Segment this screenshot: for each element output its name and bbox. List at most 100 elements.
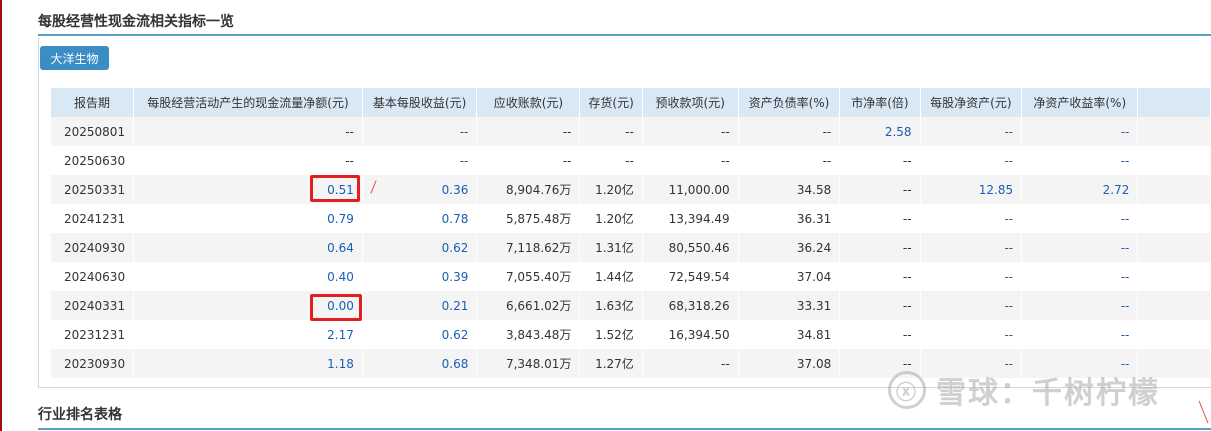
column-header: 预收款项(元) bbox=[642, 88, 739, 117]
table-cell: -- bbox=[133, 117, 363, 146]
table-cell[interactable]: 0.64 bbox=[133, 233, 363, 262]
table-cell: 1.20亿 bbox=[579, 204, 643, 233]
table-cell-spacer bbox=[1137, 175, 1211, 204]
table-cell: -- bbox=[642, 117, 739, 146]
table-cell[interactable]: 2.17 bbox=[133, 320, 363, 349]
table-cell: -- bbox=[839, 291, 921, 320]
table-cell: -- bbox=[738, 117, 841, 146]
table-row: 20240930 0.64 0.62 7,118.62万 1.31亿 80,550.46 3… bbox=[51, 233, 1211, 262]
table-cell-spacer bbox=[1137, 320, 1211, 349]
table-cell: -- bbox=[920, 146, 1023, 175]
table-cell: 1.52亿 bbox=[579, 320, 643, 349]
table-cell: 20250331 bbox=[51, 175, 135, 204]
table-cell: 8,904.76万 bbox=[476, 175, 581, 204]
table-cell[interactable]: 0.40 bbox=[133, 262, 363, 291]
table-cell: -- bbox=[839, 262, 921, 291]
table-cell: -- bbox=[1021, 320, 1139, 349]
table-cell: -- bbox=[362, 117, 478, 146]
table-cell-spacer bbox=[1137, 117, 1211, 146]
table-cell: 37.04 bbox=[738, 262, 841, 291]
xueqiu-logo-icon: ⓧ bbox=[888, 371, 926, 409]
table-cell: 36.24 bbox=[738, 233, 841, 262]
section2-title: 行业排名表格 bbox=[38, 407, 122, 423]
company-tab-button[interactable]: 大洋生物 bbox=[40, 46, 109, 70]
table-cell[interactable]: 0.79 bbox=[133, 204, 363, 233]
table-cell: 20240630 bbox=[51, 262, 135, 291]
table-cell[interactable]: 0.62 bbox=[362, 233, 478, 262]
column-header: 资产负债率(%) bbox=[738, 88, 841, 117]
table-cell[interactable]: 0.36 bbox=[362, 175, 478, 204]
table-cell: 3,843.48万 bbox=[476, 320, 581, 349]
table-cell: -- bbox=[920, 117, 1023, 146]
highlight-box-0.51 bbox=[310, 175, 360, 202]
table-cell: -- bbox=[642, 349, 739, 378]
table-cell: 20240930 bbox=[51, 233, 135, 262]
xueqiu-watermark: ⓧ 雪球：千树柠檬 bbox=[888, 368, 1160, 412]
highlight-box-0.00 bbox=[310, 294, 362, 321]
table-cell: -- bbox=[362, 146, 478, 175]
table-cell: 20240331 bbox=[51, 291, 135, 320]
table-cell[interactable]: 0.78 bbox=[362, 204, 478, 233]
red-pen-mark bbox=[1198, 400, 1209, 424]
table-cell[interactable]: 0.39 bbox=[362, 262, 478, 291]
table-cell: 7,118.62万 bbox=[476, 233, 581, 262]
table-cell-spacer bbox=[1137, 146, 1211, 175]
table-cell: 33.31 bbox=[738, 291, 841, 320]
table-cell: 20231231 bbox=[51, 320, 135, 349]
table-cell: 1.20亿 bbox=[579, 175, 643, 204]
table-cell: -- bbox=[839, 146, 921, 175]
table-cell: -- bbox=[1021, 291, 1139, 320]
table-cell[interactable]: 2.58 bbox=[839, 117, 921, 146]
table-row: 20231231 2.17 0.62 3,843.48万 1.52亿 16,394.50 3… bbox=[51, 320, 1211, 349]
column-header: 净资产收益率(%) bbox=[1021, 88, 1139, 117]
table-cell: -- bbox=[839, 175, 921, 204]
table-cell: 6,661.02万 bbox=[476, 291, 581, 320]
table-cell: -- bbox=[920, 204, 1023, 233]
watermark-text: 雪球：千树柠檬 bbox=[936, 376, 1160, 411]
table-cell: 1.31亿 bbox=[579, 233, 643, 262]
table-cell: 7,055.40万 bbox=[476, 262, 581, 291]
table-cell: -- bbox=[839, 204, 921, 233]
window-edge bbox=[0, 0, 2, 431]
table-cell: -- bbox=[839, 320, 921, 349]
table-cell[interactable]: 1.18 bbox=[133, 349, 363, 378]
table-cell[interactable]: 2.72 bbox=[1021, 175, 1139, 204]
table-cell-spacer bbox=[1137, 204, 1211, 233]
table-cell-spacer bbox=[1137, 233, 1211, 262]
section-title: 每股经营性现金流相关指标一览 bbox=[38, 14, 234, 30]
table-cell-spacer bbox=[1137, 262, 1211, 291]
table-cell: -- bbox=[1021, 204, 1139, 233]
table-cell: -- bbox=[738, 146, 841, 175]
column-header: 报告期 bbox=[51, 88, 135, 117]
table-cell: -- bbox=[839, 233, 921, 262]
table-cell: 13,394.49 bbox=[642, 204, 739, 233]
table-cell: -- bbox=[476, 117, 581, 146]
table-cell: 5,875.48万 bbox=[476, 204, 581, 233]
table-cell[interactable]: 0.21 bbox=[362, 291, 478, 320]
table-cell: 34.58 bbox=[738, 175, 841, 204]
table-cell: -- bbox=[1021, 262, 1139, 291]
table-cell: 16,394.50 bbox=[642, 320, 739, 349]
table-cell: 20241231 bbox=[51, 204, 135, 233]
table-cell: 34.81 bbox=[738, 320, 841, 349]
table-cell: -- bbox=[579, 146, 643, 175]
table-cell: 72,549.54 bbox=[642, 262, 739, 291]
table-cell[interactable]: 0.68 bbox=[362, 349, 478, 378]
table-cell[interactable]: 0.62 bbox=[362, 320, 478, 349]
column-header-spacer bbox=[1137, 88, 1211, 117]
table-cell: 80,550.46 bbox=[642, 233, 739, 262]
table-body: 20250801 -- -- -- -- -- -- 2.58 -- -- 20250630 -- --… bbox=[51, 117, 1211, 378]
table-cell: -- bbox=[133, 146, 363, 175]
table-cell: 20230930 bbox=[51, 349, 135, 378]
table-cell: 36.31 bbox=[738, 204, 841, 233]
column-header: 基本每股收益(元) bbox=[362, 88, 478, 117]
column-header: 每股经营活动产生的现金流量净额(元) bbox=[133, 88, 363, 117]
table-cell: -- bbox=[476, 146, 581, 175]
table-cell: 37.08 bbox=[738, 349, 841, 378]
section2-title-underline bbox=[38, 428, 1211, 430]
table-cell: -- bbox=[920, 291, 1023, 320]
table-cell[interactable]: 12.85 bbox=[920, 175, 1023, 204]
table-header-row: 报告期 每股经营活动产生的现金流量净额(元) 基本每股收益(元) 应收账款(元) 存货(… bbox=[51, 88, 1211, 117]
table-row: 20240630 0.40 0.39 7,055.40万 1.44亿 72,549.54 3… bbox=[51, 262, 1211, 291]
table-cell: -- bbox=[920, 262, 1023, 291]
